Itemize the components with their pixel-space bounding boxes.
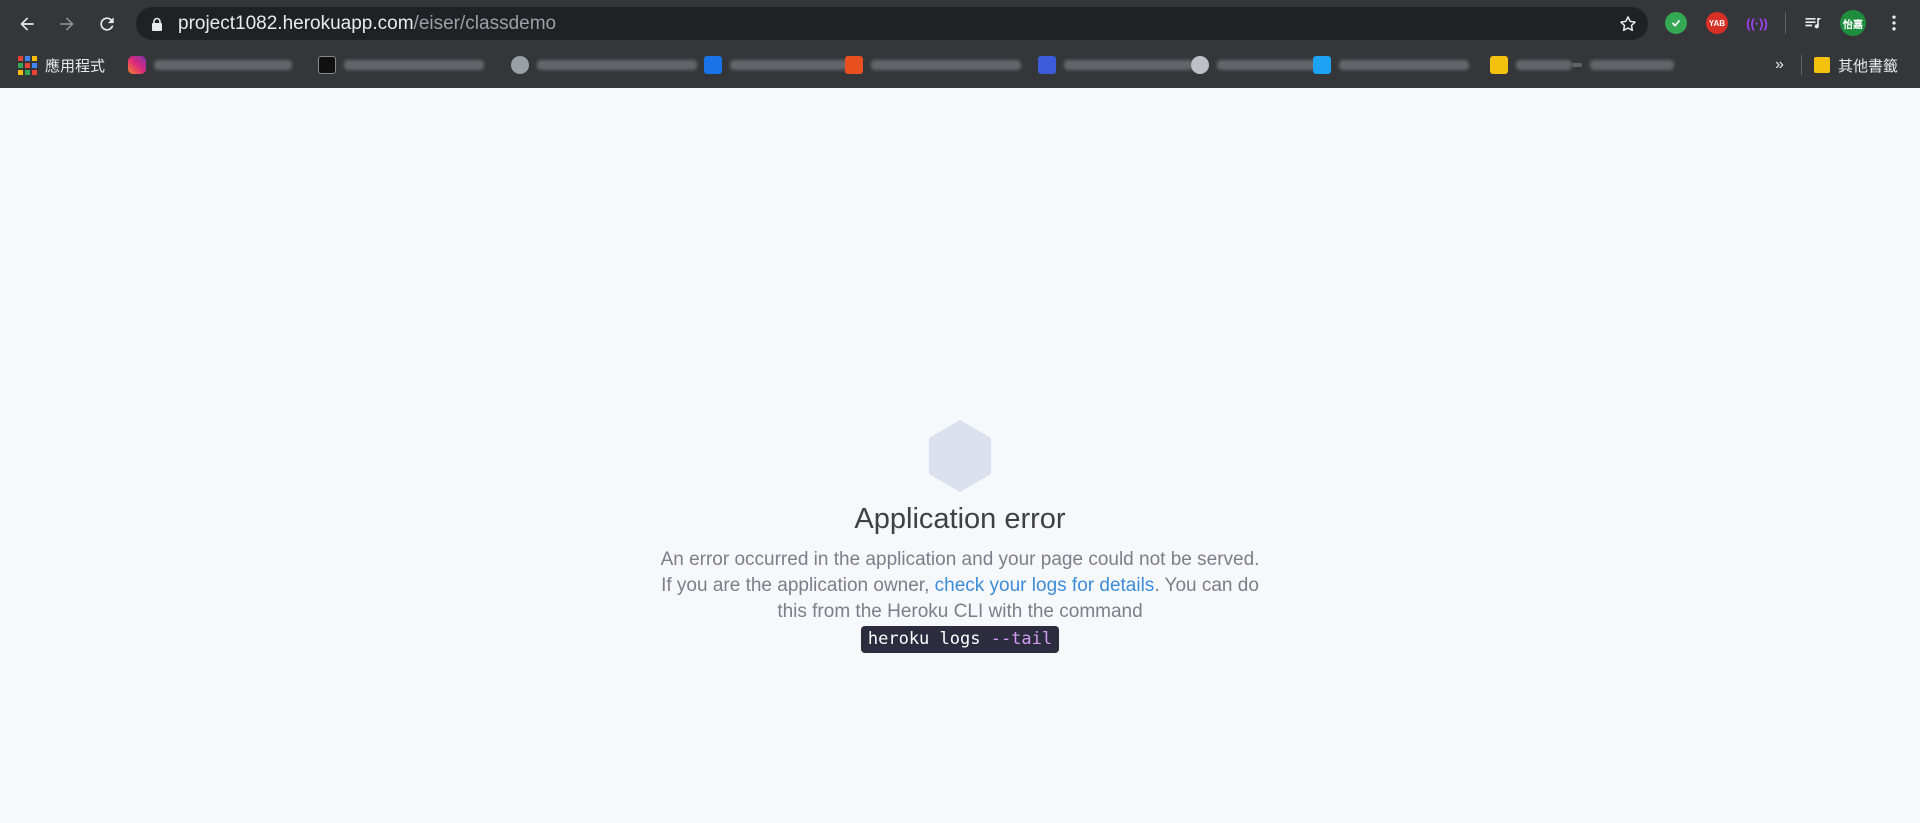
bookmark-item[interactable] (704, 52, 850, 78)
other-bookmarks-label: 其他書籤 (1838, 57, 1899, 75)
url-path: /eiser/classdemo (413, 13, 557, 34)
bookmark-item[interactable] (1490, 52, 1572, 78)
yab-icon: YAB (1708, 18, 1726, 28)
site-icon (318, 56, 336, 74)
page-content: Application error An error occurred in t… (0, 88, 1920, 823)
bookmark-item[interactable] (1572, 52, 1674, 78)
shield-extension-button[interactable] (1665, 12, 1687, 34)
instagram-icon (128, 56, 146, 74)
command-wrapper: heroku logs --tail (0, 626, 1920, 653)
bookmark-apps[interactable]: 應用程式 (18, 52, 105, 78)
address-bar[interactable]: project1082.herokuapp.com/eiser/classdem… (136, 7, 1648, 40)
cli-command-main: heroku logs (867, 629, 991, 649)
bookmarks-divider (1801, 55, 1802, 75)
folder-icon (1490, 56, 1508, 74)
other-bookmarks-folder[interactable]: 其他書籤 (1814, 52, 1898, 78)
site-icon (1038, 56, 1056, 74)
blurred-bookmark-label (154, 60, 292, 70)
shield-icon (1671, 19, 1681, 27)
bookmark-star-icon[interactable] (1618, 14, 1638, 34)
error-description: An error occurred in the application and… (660, 547, 1260, 625)
lock-icon (152, 17, 162, 31)
toolbar-divider (1785, 12, 1786, 34)
chevron-double-right-icon: » (1775, 56, 1784, 73)
blurred-bookmark-label (1339, 60, 1469, 70)
more-vertical-icon (1892, 15, 1896, 31)
blurred-bookmark-label (1217, 60, 1317, 70)
site-icon (704, 56, 722, 74)
bookmark-item[interactable] (1313, 52, 1469, 78)
arrow-right-icon (60, 17, 74, 31)
bookmark-item[interactable] (511, 52, 697, 78)
bookmark-item[interactable] (128, 52, 292, 78)
bookmark-item[interactable] (1038, 52, 1194, 78)
apps-grid-icon (18, 55, 37, 75)
playlist-icon (1805, 18, 1821, 29)
forward-button[interactable] (51, 8, 83, 40)
site-icon (511, 56, 529, 74)
site-icon (845, 56, 863, 74)
blurred-bookmark-label (1064, 60, 1194, 70)
reload-icon (100, 17, 114, 31)
arrow-left-icon (20, 17, 34, 31)
broadcast-extension-button[interactable]: ((·)) (1746, 12, 1768, 34)
blurred-bookmark-label (730, 60, 850, 70)
hexagon-icon (929, 420, 991, 492)
bookmark-item[interactable] (845, 52, 1021, 78)
folder-icon (1814, 57, 1830, 73)
browser-toolbar: project1082.herokuapp.com/eiser/classdem… (0, 0, 1920, 47)
bookmarks-overflow-button[interactable]: » (1775, 52, 1784, 78)
bookmark-item[interactable] (318, 52, 484, 78)
media-control-button[interactable] (1797, 7, 1829, 39)
blurred-bookmark-label (1516, 60, 1572, 70)
blurred-bookmark-label (344, 60, 484, 70)
blurred-bookmark-label (1590, 60, 1674, 70)
url-host: project1082.herokuapp.com (178, 13, 414, 34)
back-button[interactable] (11, 8, 43, 40)
profile-label: 怡嘉 (1843, 19, 1863, 31)
site-icon (1313, 56, 1331, 74)
cli-command: heroku logs --tail (860, 626, 1060, 653)
cli-command-flag: --tail (990, 629, 1053, 649)
bookmark-apps-label: 應用程式 (45, 57, 106, 75)
menu-button[interactable] (1878, 7, 1910, 39)
browser-chrome: project1082.herokuapp.com/eiser/classdem… (0, 0, 1920, 88)
broadcast-icon: ((·)) (1746, 15, 1768, 31)
bookmark-item[interactable] (1191, 52, 1317, 78)
site-icon (1572, 63, 1582, 67)
page-title: Application error (854, 503, 1066, 535)
url-text: project1082.herokuapp.com/eiser/classdem… (178, 13, 556, 35)
logs-link[interactable]: check your logs for details (935, 575, 1155, 596)
profile-avatar[interactable]: 怡嘉 (1840, 10, 1866, 36)
site-icon (1191, 56, 1209, 74)
blurred-bookmark-label (871, 60, 1021, 70)
reload-button[interactable] (91, 8, 123, 40)
yab-extension-button[interactable]: YAB (1706, 12, 1728, 34)
blurred-bookmark-label (537, 60, 697, 70)
